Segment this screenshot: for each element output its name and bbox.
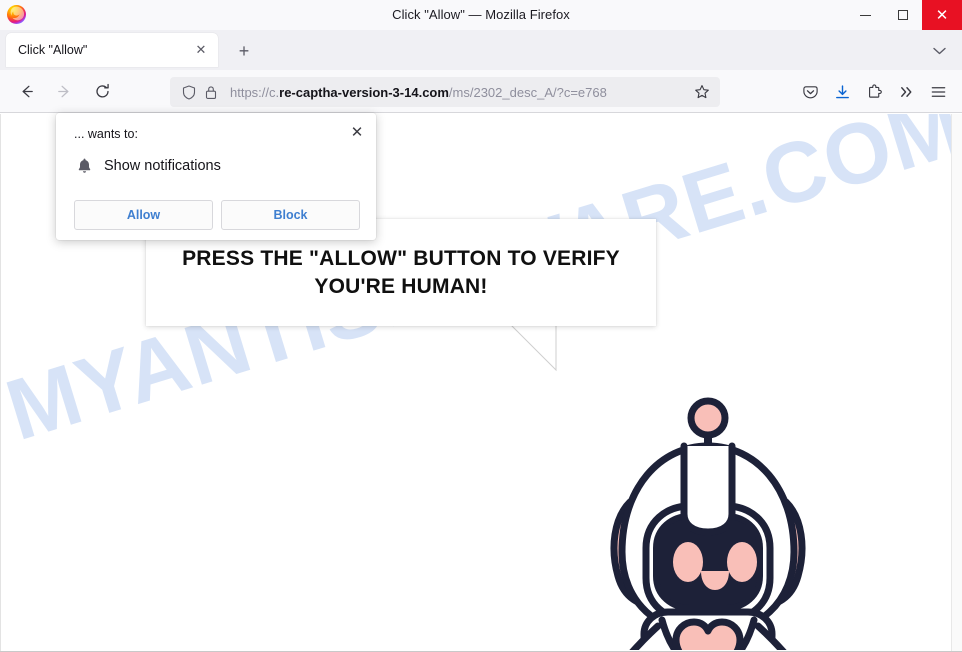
browser-window: Click "Allow" — Mozilla Firefox ✕ Click … — [0, 0, 962, 652]
maximize-button[interactable] — [884, 0, 922, 30]
browser-tab[interactable]: Click "Allow" ✕ — [6, 33, 218, 67]
allow-button[interactable]: Allow — [74, 200, 213, 230]
downloads-icon[interactable] — [826, 77, 858, 107]
padlock-icon[interactable] — [202, 83, 220, 101]
minimize-button[interactable] — [846, 0, 884, 30]
popup-close-button[interactable]: ✕ — [345, 120, 369, 144]
url-path: /ms/2302_desc_A/?c=e768 — [448, 84, 607, 100]
reload-icon — [95, 83, 109, 97]
forward-arrow-icon — [57, 85, 68, 97]
minimize-icon — [859, 14, 871, 16]
popup-host-label: ... wants to: — [74, 127, 138, 141]
tab-close-icon[interactable]: ✕ — [192, 41, 210, 59]
speech-bubble-tail — [508, 323, 570, 376]
robot-mascot — [588, 290, 828, 652]
window-controls: ✕ — [846, 0, 962, 30]
popup-actions: Allow Block — [74, 200, 360, 230]
chevron-down-icon[interactable] — [928, 41, 950, 61]
overflow-icon[interactable] — [890, 77, 922, 107]
tab-strip: Click "Allow" ✕ + — [0, 30, 962, 70]
new-tab-button[interactable]: + — [232, 40, 256, 62]
star-icon[interactable] — [692, 82, 712, 102]
url-text[interactable]: https://c.re-captha-version-3-14.com/ms/… — [230, 85, 692, 100]
block-button[interactable]: Block — [221, 200, 360, 230]
close-icon: ✕ — [935, 6, 949, 24]
back-arrow-icon — [22, 85, 33, 97]
tab-label: Click "Allow" — [18, 43, 88, 57]
url-domain: re-captha-version-3-14.com — [279, 84, 449, 100]
window-title: Click "Allow" — Mozilla Firefox — [392, 7, 570, 22]
extensions-icon[interactable] — [858, 77, 890, 107]
pocket-icon[interactable] — [794, 77, 826, 107]
title-bar: Click "Allow" — Mozilla Firefox ✕ — [0, 0, 962, 30]
popup-request-row: Show notifications — [74, 156, 221, 176]
address-bar[interactable]: https://c.re-captha-version-3-14.com/ms/… — [170, 77, 720, 107]
url-prefix: https://c. — [230, 84, 280, 100]
page-scrollbar[interactable] — [951, 114, 962, 652]
toolbar-actions — [794, 77, 954, 107]
popup-request-label: Show notifications — [104, 158, 221, 174]
bubble-message: PRESS THE "ALLOW" BUTTON TO VERIFY YOU'R… — [182, 246, 620, 298]
bell-icon — [74, 156, 94, 176]
maximize-icon — [898, 10, 908, 20]
reload-button[interactable] — [86, 76, 118, 106]
hamburger-menu-icon[interactable] — [922, 77, 954, 107]
notification-permission-popup: ✕ ... wants to: Show notifications Allow… — [56, 113, 376, 240]
forward-button[interactable] — [48, 76, 80, 106]
back-button[interactable] — [10, 76, 42, 106]
close-window-button[interactable]: ✕ — [922, 0, 962, 30]
shield-icon[interactable] — [180, 83, 198, 101]
navigation-toolbar: https://c.re-captha-version-3-14.com/ms/… — [0, 70, 962, 113]
